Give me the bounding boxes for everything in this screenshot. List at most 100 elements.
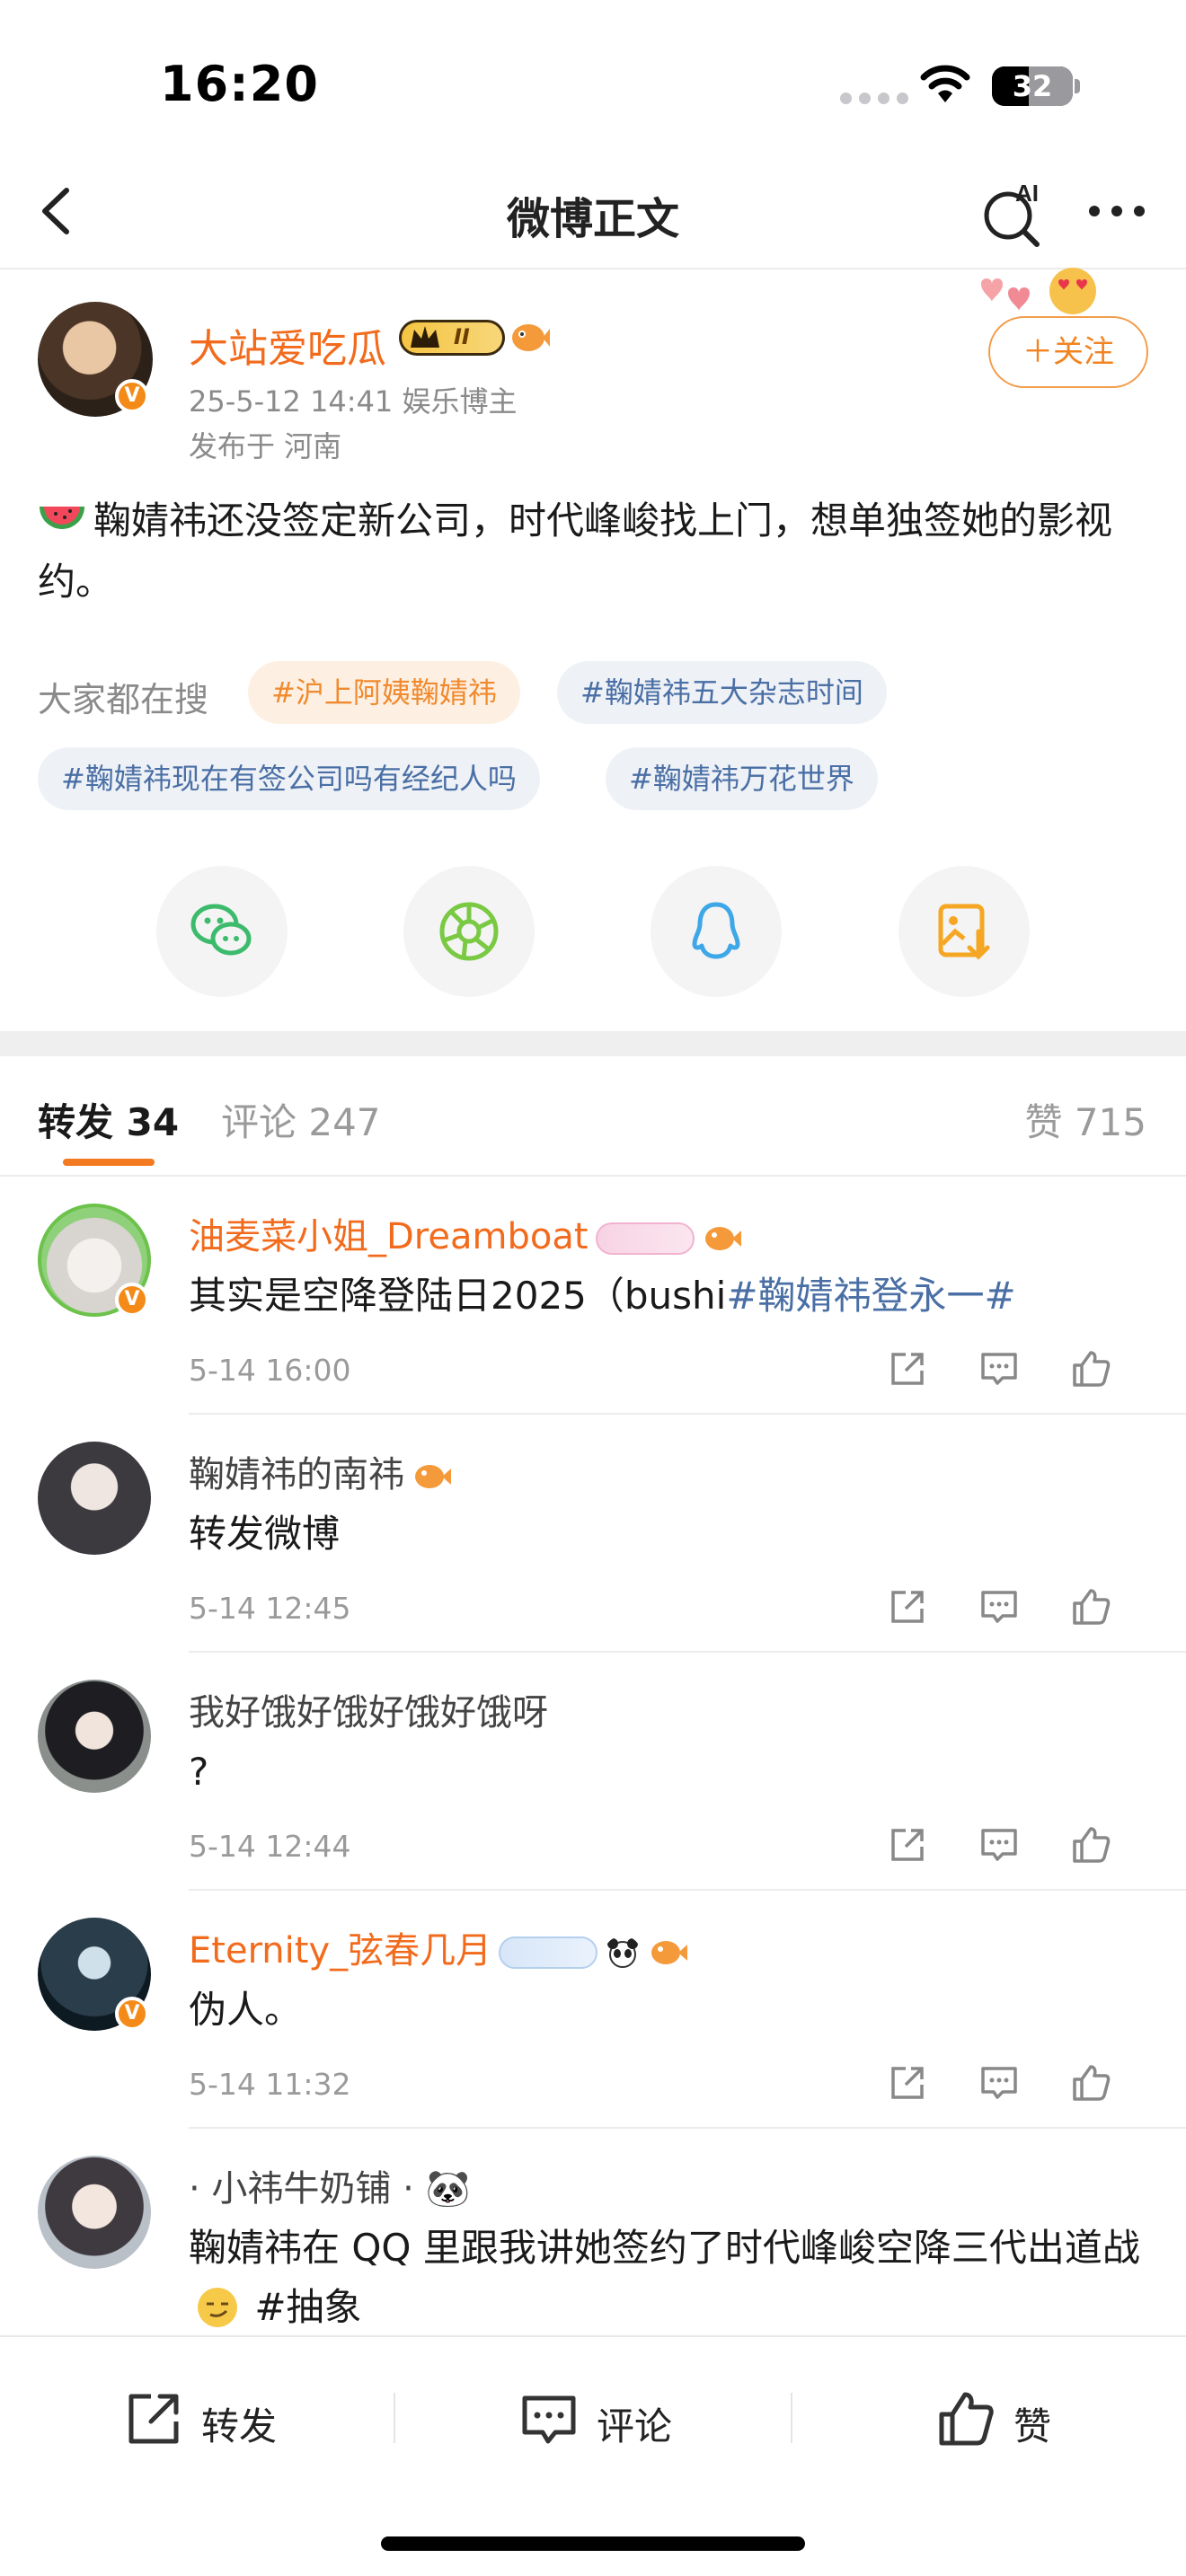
- list-item[interactable]: 我好饿好饿好饿好饿呀 ? 5-14 12:44: [0, 1653, 1186, 1891]
- post-body: 鞠婧祎还没签定新公司，时代峰峻找上门，想单独签她的影视约。: [38, 490, 1152, 613]
- comment-time: 5-14 16:00: [189, 1353, 351, 1388]
- like-icon[interactable]: [1069, 1347, 1112, 1390]
- smirk-emoji-icon: [198, 2288, 237, 2327]
- commenter-name-text: 油麦菜小姐_Dreamboat: [189, 1216, 589, 1257]
- share-row: [0, 866, 1186, 1001]
- hot-topic-chip[interactable]: #鞠婧祎现在有签公司吗有经纪人吗: [38, 747, 540, 810]
- ai-search-icon[interactable]: AI: [978, 178, 1049, 250]
- fish-badge-icon: [415, 1465, 451, 1488]
- section-divider: [0, 1031, 1186, 1056]
- commenter-name[interactable]: 我好饿好饿好饿好饿呀: [189, 1683, 548, 1735]
- comment-icon[interactable]: [978, 1823, 1021, 1866]
- like-icon[interactable]: [1069, 1585, 1112, 1628]
- comment-button[interactable]: 评论: [518, 2382, 697, 2454]
- repost-icon[interactable]: [886, 1347, 929, 1390]
- share-moments-button[interactable]: [403, 866, 535, 997]
- interaction-tabs: 转发 34 评论 247 赞 715: [0, 1056, 1186, 1177]
- moments-icon: [439, 902, 499, 961]
- hot-topic-chip[interactable]: #鞠婧祎五大杂志时间: [557, 661, 887, 724]
- like-label: 赞: [1013, 2404, 1052, 2448]
- comment-text: ?: [189, 1750, 209, 1794]
- more-options-icon[interactable]: [1085, 189, 1148, 234]
- bar-divider: [394, 2393, 395, 2443]
- hot-topic-chip[interactable]: #沪上阿姨鞠婧祎: [248, 661, 520, 724]
- comment-icon[interactable]: [978, 2061, 1021, 2104]
- comment-text: 其实是空降登陆日2025（bushi#鞠婧祎登永一#: [189, 1266, 1159, 1326]
- member-badge-icon: [499, 1936, 598, 1969]
- fish-badge-icon: [651, 1941, 688, 1964]
- like-icon[interactable]: [1069, 2061, 1112, 2104]
- repost-label: 转发: [201, 2404, 278, 2448]
- wechat-icon: [190, 904, 252, 956]
- comment-text: 转发微博: [189, 1512, 341, 1556]
- cellular-signal-icon: [840, 93, 908, 104]
- follow-button[interactable]: ＋关注: [988, 316, 1148, 388]
- hot-search-label: 大家都在搜: [38, 680, 209, 719]
- avatar[interactable]: [38, 2156, 151, 2269]
- list-item[interactable]: · 小祎牛奶铺 · 🐼 鞠婧祎在 QQ 里跟我讲她签约了时代峰峻空降三代出道战 …: [0, 2129, 1186, 2335]
- comment-actions: [886, 1342, 1155, 1396]
- post-location: 发布于 河南: [189, 429, 342, 463]
- qq-icon: [692, 902, 740, 959]
- member-badge-icon: [595, 1222, 695, 1255]
- author-name[interactable]: 大站爱吃瓜: [189, 316, 386, 374]
- verified-badge-icon: V: [115, 1283, 149, 1317]
- home-indicator: [381, 2536, 805, 2551]
- repost-icon[interactable]: [886, 1823, 929, 1866]
- list-item[interactable]: 鞠婧祎的南祎 转发微博 5-14 12:45: [0, 1415, 1186, 1653]
- commenter-name[interactable]: 油麦菜小姐_Dreamboat: [189, 1207, 743, 1259]
- battery-level: 32: [1012, 69, 1053, 103]
- commenter-name[interactable]: Eternity_弦春几月: [189, 1921, 689, 1973]
- comment-text: 鞠婧祎在 QQ 里跟我讲她签约了时代峰峻空降三代出道战 #抽象: [189, 2219, 1159, 2335]
- comment-topic-link[interactable]: #鞠婧祎登永一#: [726, 1274, 1015, 1318]
- comment-text: 伪人。: [189, 1988, 303, 2032]
- save-image-button[interactable]: [898, 866, 1030, 997]
- list-item[interactable]: V 油麦菜小姐_Dreamboat 其实是空降登陆日2025（bushi#鞠婧祎…: [0, 1177, 1186, 1415]
- crown-icon: [411, 326, 439, 348]
- repost-list: V 油麦菜小姐_Dreamboat 其实是空降登陆日2025（bushi#鞠婧祎…: [0, 1177, 1186, 2335]
- hearts-cat-sticker-icon: [981, 268, 1096, 314]
- commenter-name-text: Eternity_弦春几月: [189, 1930, 492, 1972]
- share-qq-button[interactable]: [651, 866, 782, 997]
- repost-icon: [128, 2394, 179, 2444]
- hot-topic-chip[interactable]: #鞠婧祎万花世界: [606, 747, 878, 810]
- comment-icon: [522, 2395, 576, 2444]
- battery-icon: 32: [992, 66, 1073, 106]
- repost-icon[interactable]: [886, 1585, 929, 1628]
- comment-actions: [886, 1580, 1155, 1634]
- comment-text-body: 鞠婧祎在 QQ 里跟我讲她签约了时代峰峻空降三代出道战: [189, 2226, 1140, 2270]
- active-tab-indicator: [63, 1159, 155, 1166]
- share-wechat-button[interactable]: [156, 866, 288, 997]
- panda-icon: [607, 1938, 639, 1968]
- commenter-name[interactable]: 鞠婧祎的南祎: [189, 1445, 453, 1497]
- bar-divider: [791, 2393, 792, 2443]
- avatar[interactable]: [38, 1442, 151, 1555]
- like-icon[interactable]: [1069, 1823, 1112, 1866]
- comment-icon[interactable]: [978, 1585, 1021, 1628]
- comment-time: 5-14 11:32: [189, 2067, 351, 2102]
- commenter-name[interactable]: · 小祎牛奶铺 · 🐼: [189, 2159, 470, 2211]
- like-button[interactable]: 赞: [934, 2382, 1078, 2454]
- comment-actions: [886, 2056, 1155, 2110]
- avatar[interactable]: [38, 1680, 151, 1793]
- commenter-name-text: 鞠婧祎的南祎: [189, 1454, 404, 1495]
- tab-comment[interactable]: 评论 247: [221, 1092, 381, 1147]
- crown-level-badge: II: [399, 320, 505, 356]
- status-bar: 16:20 32: [0, 0, 1186, 153]
- nav-bar: 微博正文 AI: [0, 153, 1186, 269]
- repost-icon[interactable]: [886, 2061, 929, 2104]
- battery-cap: [1075, 79, 1080, 93]
- watermelon-emoji-icon: [40, 507, 84, 529]
- status-time: 16:20: [160, 56, 319, 112]
- fish-badge-icon: [704, 1227, 741, 1250]
- comment-actions: [886, 1818, 1155, 1872]
- wifi-icon: [920, 65, 970, 102]
- comment-icon[interactable]: [978, 1347, 1021, 1390]
- repost-button[interactable]: 转发: [122, 2382, 302, 2454]
- verified-badge-icon: V: [115, 1997, 149, 2031]
- tab-likes[interactable]: 赞 715: [1024, 1092, 1146, 1147]
- post-text: 鞠婧祎还没签定新公司，时代峰峻找上门，想单独签她的影视约。: [38, 498, 1113, 604]
- tab-repost[interactable]: 转发 34: [38, 1092, 179, 1147]
- list-item[interactable]: V Eternity_弦春几月 伪人。 5-14 11:32: [0, 1891, 1186, 2129]
- comment-topic-link[interactable]: #抽象: [243, 2285, 361, 2329]
